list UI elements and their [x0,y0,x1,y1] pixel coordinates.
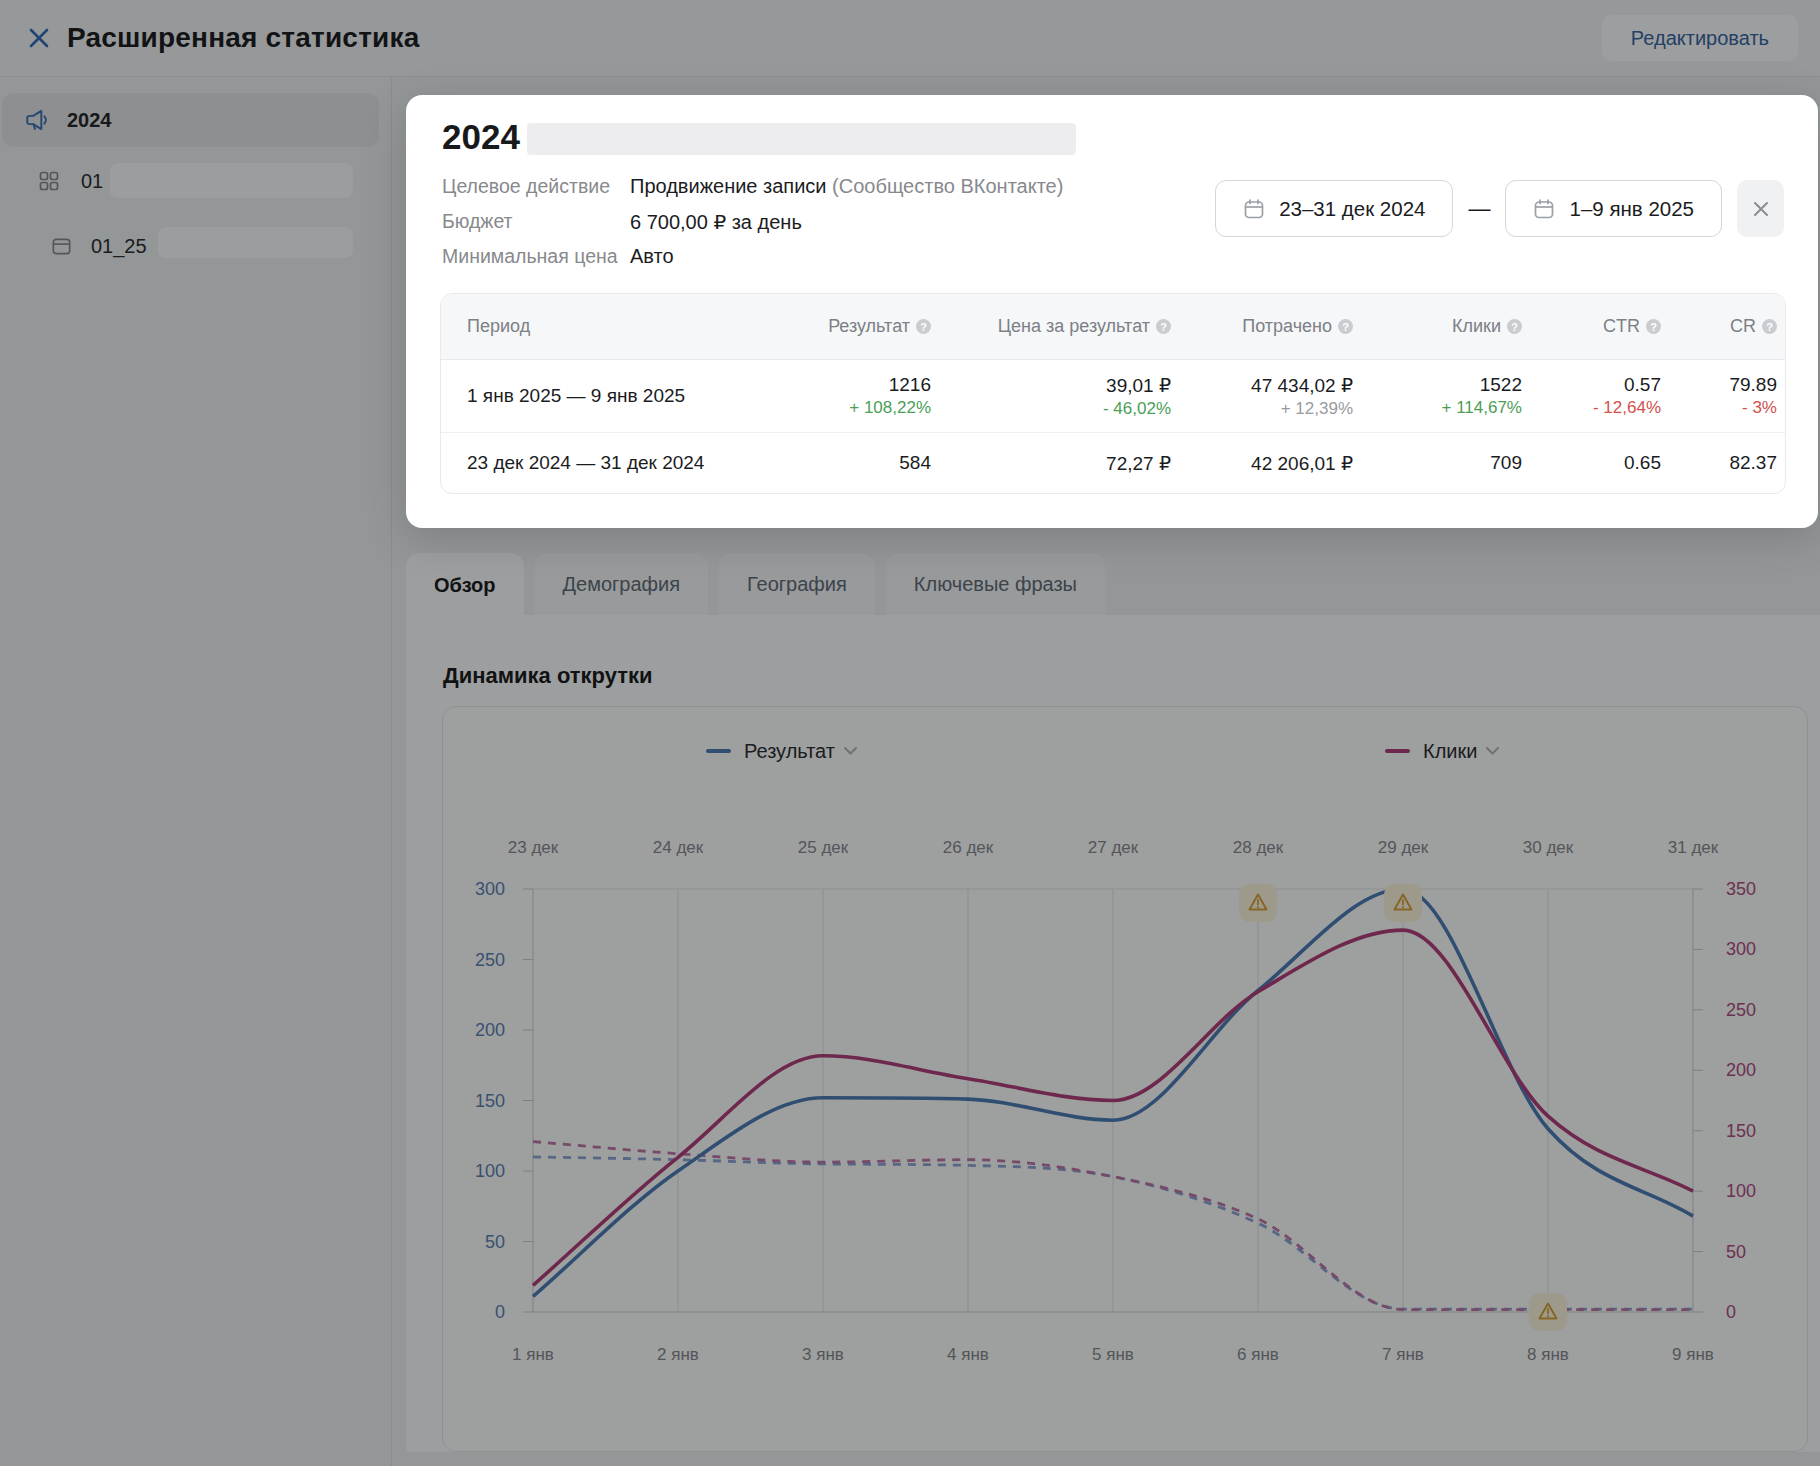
date-range-separator: — [1468,196,1490,222]
stats-table: ПериодРезультат?Цена за результат?Потрач… [440,293,1786,494]
field-value: 6 700,00 ₽ за день [630,210,802,234]
help-icon[interactable]: ? [916,319,931,334]
value-cell: 47 434,02 ₽+ 12,39% [1171,374,1353,419]
value-cell: 42 206,01 ₽ [1171,452,1353,475]
field-value: Авто [630,245,674,268]
value-cell: 0.65 [1522,452,1661,474]
period-cell: 23 дек 2024 — 31 дек 2024 [441,452,797,474]
column-header: Цена за результат? [931,316,1171,337]
field-label: Минимальная цена [442,245,630,268]
field-label: Бюджет [442,210,630,233]
value-cell: 82.37 [1661,452,1786,474]
field-value: Продвижение записи (Сообщество ВКонтакте… [630,175,1063,198]
table-row[interactable]: 23 дек 2024 — 31 дек 202458472,27 ₽42 20… [441,433,1785,493]
value-cell: 1216+ 108,22% [797,374,931,418]
value-cell: 39,01 ₽- 46,02% [931,374,1171,419]
column-header: Результат? [797,316,931,337]
campaign-field: Бюджет6 700,00 ₽ за день [442,204,1063,239]
clear-dates-button[interactable] [1737,180,1784,237]
column-header: CR? [1661,316,1786,337]
value-cell: 72,27 ₽ [931,452,1171,475]
help-icon[interactable]: ? [1338,319,1353,334]
calendar-icon [1243,198,1265,220]
period-cell: 1 янв 2025 — 9 янв 2025 [441,385,797,407]
column-header: Период [441,316,797,337]
campaign-field: Целевое действиеПродвижение записи (Сооб… [442,169,1063,204]
campaign-field: Минимальная ценаАвто [442,239,1063,274]
value-cell: 0.57- 12,64% [1522,374,1661,418]
date-to-value: 1–9 янв 2025 [1569,197,1694,221]
value-cell: 709 [1353,452,1522,474]
campaign-title: 2024 [442,117,520,157]
value-cell: 584 [797,452,931,474]
column-header: CTR? [1522,316,1661,337]
table-header: ПериодРезультат?Цена за результат?Потрач… [441,294,1785,360]
date-from-value: 23–31 дек 2024 [1279,197,1425,221]
calendar-icon [1533,198,1555,220]
help-icon[interactable]: ? [1762,319,1777,334]
redacted-block [527,123,1076,155]
help-icon[interactable]: ? [1646,319,1661,334]
table-row[interactable]: 1 янв 2025 — 9 янв 20251216+ 108,22%39,0… [441,360,1785,433]
date-picker-from[interactable]: 23–31 дек 2024 [1215,180,1453,237]
value-cell: 1522+ 114,67% [1353,374,1522,418]
help-icon[interactable]: ? [1156,319,1171,334]
date-picker-to[interactable]: 1–9 янв 2025 [1505,180,1722,237]
field-label: Целевое действие [442,175,630,198]
value-cell: 79.89- 3% [1661,374,1786,418]
column-header: Потрачено? [1171,316,1353,337]
help-icon[interactable]: ? [1507,319,1522,334]
column-header: Клики? [1353,316,1522,337]
campaign-card: 2024 Целевое действиеПродвижение записи … [406,95,1818,528]
close-icon [1752,200,1770,218]
